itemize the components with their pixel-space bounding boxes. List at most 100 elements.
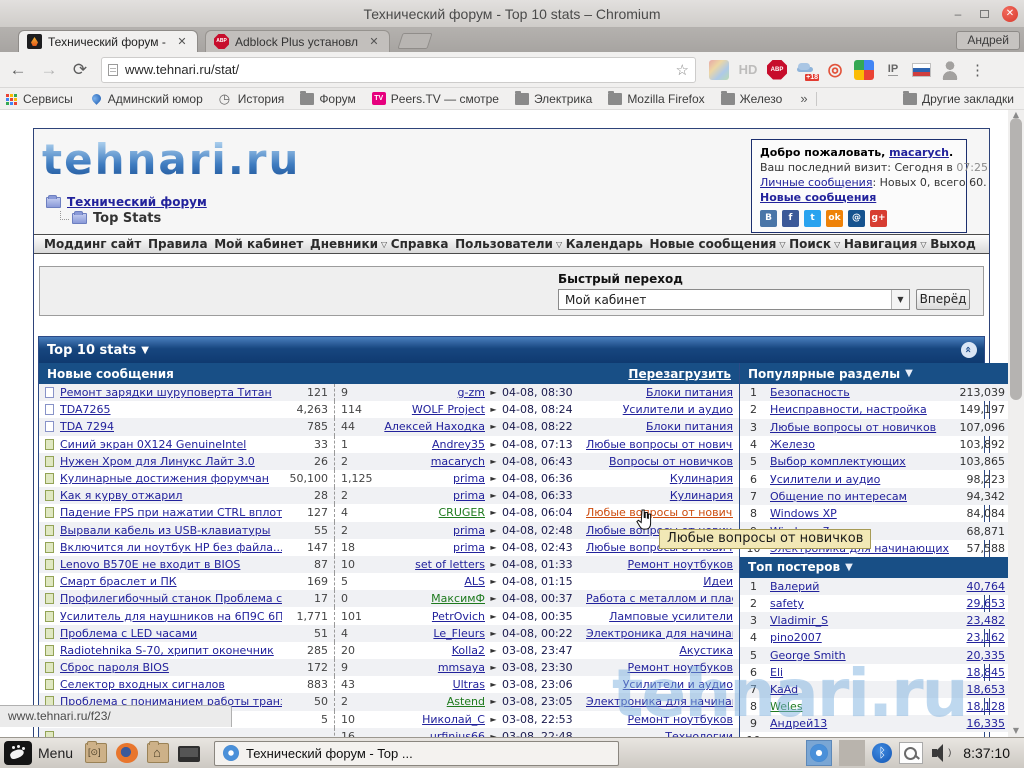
reload-link[interactable]: Перезагрузить — [628, 367, 731, 381]
goto-last-post-icon[interactable]: ► — [485, 594, 502, 603]
last-poster-link[interactable]: WOLF Project — [373, 403, 485, 416]
last-poster-link[interactable]: Kolla2 — [373, 644, 485, 657]
bookmark-item[interactable]: Электрика — [514, 91, 592, 106]
collapse-top-icon[interactable]: « — [961, 342, 977, 358]
thread-title-link[interactable]: Как я курву отжарил — [60, 489, 282, 502]
last-poster-link[interactable]: ALS — [373, 575, 485, 588]
bookmark-item[interactable]: История — [219, 91, 285, 107]
url-text[interactable]: www.tehnari.ru/stat/ — [125, 62, 676, 77]
last-poster-link[interactable]: Astend — [373, 695, 485, 708]
screenshot-launcher-icon[interactable] — [85, 741, 108, 763]
site-logo[interactable]: tehnari.ru — [42, 135, 300, 184]
last-poster-link[interactable]: prima — [373, 489, 485, 502]
collapse-arrow-icon[interactable]: ▼ — [905, 368, 913, 379]
thread-section-link[interactable]: Блоки питания — [586, 386, 733, 399]
tab-close-icon[interactable]: ✕ — [367, 35, 381, 48]
thread-title-link[interactable]: Включится ли ноутбук HP без файла... — [60, 541, 282, 554]
poster-link[interactable]: Валерий — [761, 580, 949, 593]
collapse-arrow-icon[interactable]: ▼ — [845, 562, 853, 573]
thread-section-link[interactable]: Кулинария — [586, 489, 733, 502]
thread-title-link[interactable]: Профилегибочный станок Проблема стыковки — [60, 592, 282, 605]
quick-jump-go-button[interactable]: Вперёд — [916, 289, 970, 310]
chromium-tray-button[interactable] — [806, 740, 833, 766]
thread-section-link[interactable]: Ламповые усилители — [586, 610, 733, 623]
goto-last-post-icon[interactable]: ► — [485, 440, 502, 449]
last-poster-link[interactable]: prima — [373, 472, 485, 485]
section-link[interactable]: Железо — [761, 438, 949, 451]
thread-title-link[interactable]: TDA7265 — [60, 403, 282, 416]
thread-section-link[interactable]: Электроника для начинающих — [586, 627, 733, 640]
poster-count-link[interactable]: 29,653 — [949, 597, 1006, 610]
goto-last-post-icon[interactable]: ► — [485, 526, 502, 535]
goto-last-post-icon[interactable]: ► — [485, 577, 502, 586]
forum-nav-item[interactable]: Справка — [391, 237, 452, 251]
forum-nav-item[interactable]: Моддинг сайт — [44, 237, 144, 251]
thread-section-link[interactable]: Работа с металлом и пластиком — [586, 592, 733, 605]
bookmark-item[interactable]: TV Peers.TV — смотре — [371, 92, 499, 106]
section-link[interactable]: Усилители и аудио — [761, 473, 949, 486]
extension-icon[interactable]: +18 — [796, 60, 819, 81]
last-poster-link[interactable]: Николай_С — [373, 713, 485, 726]
new-tab-button[interactable] — [397, 33, 433, 49]
social-icon[interactable]: ok — [826, 210, 843, 227]
private-messages-link[interactable]: Личные сообщения — [760, 176, 872, 189]
last-poster-link[interactable]: macarych — [373, 455, 485, 468]
firefox-launcher-icon[interactable] — [116, 743, 139, 763]
quick-jump-select[interactable]: Мой кабинет ▼ — [558, 289, 910, 310]
goto-last-post-icon[interactable]: ► — [485, 680, 502, 689]
thread-title-link[interactable]: Синий экран 0X124 GenuineIntel — [60, 438, 282, 451]
forum-nav-item[interactable]: Выход — [930, 237, 979, 251]
last-poster-link[interactable]: urfinjus66 — [373, 730, 485, 737]
thread-title-link[interactable]: Усилитель для наушников на 6П9С 6П6С и..… — [60, 610, 282, 623]
thread-title-link[interactable]: Вырвали кабель из USB-клавиатуры — [60, 524, 282, 537]
section-link[interactable]: Неисправности, настройка — [761, 403, 949, 416]
forum-nav-item[interactable]: Правила — [148, 237, 211, 251]
forum-nav-item[interactable]: Пользователи ▽ — [455, 237, 562, 251]
last-poster-link[interactable]: CRUGER — [373, 506, 486, 519]
address-bar[interactable]: www.tehnari.ru/stat/ ☆ — [101, 56, 696, 83]
poster-link[interactable]: Vladimir_S — [761, 614, 949, 627]
forward-button[interactable]: → — [36, 57, 62, 83]
thread-section-link[interactable]: Блоки питания — [586, 420, 733, 433]
bookmark-item[interactable]: Админский юмор — [89, 92, 203, 106]
last-poster-link[interactable]: МаксимФ — [373, 592, 485, 605]
thread-section-link[interactable]: Любые вопросы от новичков — [586, 438, 733, 451]
bookmark-item[interactable]: Mozilla Firefox — [608, 91, 705, 106]
section-link[interactable]: Windows XP — [761, 507, 949, 520]
page-scrollbar[interactable]: ▲ ▼ — [1008, 110, 1024, 737]
goto-last-post-icon[interactable]: ► — [485, 697, 502, 706]
username-link[interactable]: macarych — [889, 146, 949, 159]
last-poster-link[interactable]: prima — [373, 541, 485, 554]
goto-last-post-icon[interactable]: ► — [485, 543, 502, 552]
last-poster-link[interactable]: mmsaya — [373, 661, 485, 674]
last-poster-link[interactable]: Алексей Находка — [373, 420, 485, 433]
last-poster-link[interactable]: prima — [373, 524, 485, 537]
thread-title-link[interactable]: Смарт браслет и ПК — [60, 575, 282, 588]
extension-icon[interactable]: ◎ — [825, 60, 845, 80]
thread-section-link[interactable]: Усилители и аудио — [586, 403, 733, 416]
goto-last-post-icon[interactable]: ► — [485, 388, 502, 397]
thread-title-link[interactable]: Проблема с LED часами — [60, 627, 282, 640]
breadcrumb-forum-link[interactable]: Технический форум — [67, 195, 207, 209]
extension-icon[interactable]: ABP — [767, 59, 787, 80]
goto-last-post-icon[interactable]: ► — [485, 663, 502, 672]
social-icon[interactable]: g+ — [870, 210, 887, 227]
goto-last-post-icon[interactable]: ► — [485, 560, 502, 569]
goto-last-post-icon[interactable]: ► — [485, 405, 502, 414]
new-messages-link[interactable]: Новые сообщения — [760, 191, 876, 204]
forum-nav-item[interactable]: Новые сообщения ▽ — [649, 237, 785, 251]
goto-last-post-icon[interactable]: ► — [485, 508, 502, 517]
display-launcher-icon[interactable] — [178, 746, 201, 762]
social-icon[interactable]: t — [804, 210, 821, 227]
thread-section-link[interactable]: Вопросы от новичков — [586, 455, 733, 468]
goto-last-post-icon[interactable]: ► — [485, 474, 502, 483]
last-poster-link[interactable]: set of letters — [373, 558, 485, 571]
last-poster-link[interactable]: Le_Fleurs — [373, 627, 485, 640]
back-button[interactable]: ← — [5, 57, 31, 83]
tab-adblock[interactable]: ABP Adblock Plus установл ✕ — [205, 30, 390, 52]
goto-last-post-icon[interactable]: ► — [485, 422, 502, 431]
social-icon[interactable]: f — [782, 210, 799, 227]
extension-icon[interactable]: IP — [883, 60, 903, 80]
extension-icon[interactable] — [940, 59, 960, 80]
browser-menu-icon[interactable]: ⋮ — [970, 61, 985, 79]
